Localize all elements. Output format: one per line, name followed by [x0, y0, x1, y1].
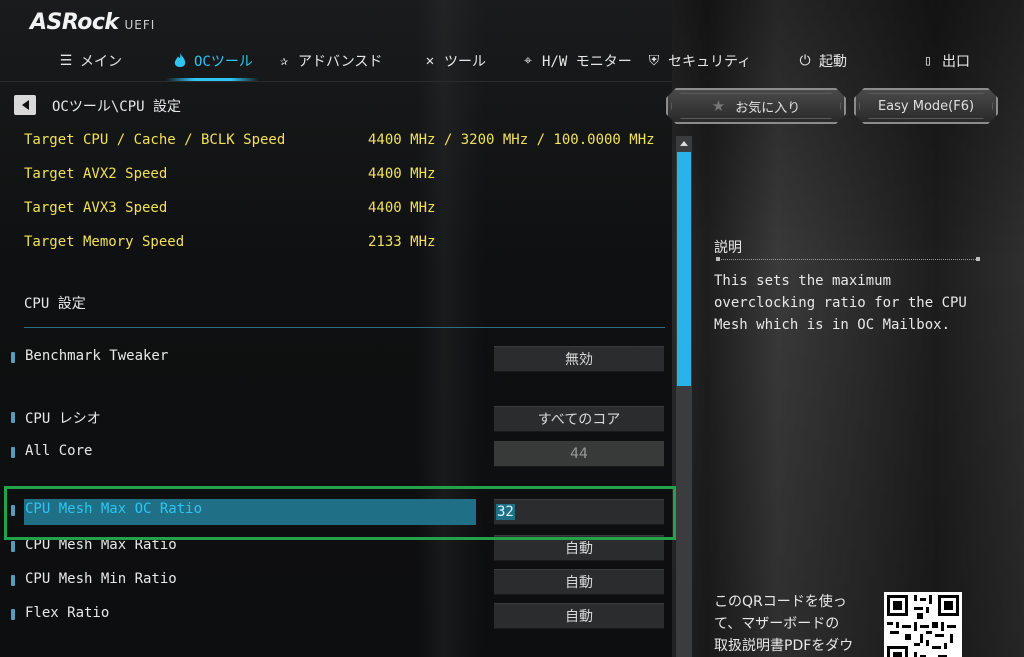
- setting-flex-ratio[interactable]: Flex Ratio 自動: [0, 603, 672, 629]
- description-title: 説明: [714, 240, 742, 256]
- tab-main-label: メイン: [80, 54, 122, 70]
- easy-mode-button[interactable]: Easy Mode(F6): [854, 88, 998, 124]
- description-divider: [716, 257, 980, 261]
- tab-advanced[interactable]: ✰ アドバンスド: [276, 44, 383, 78]
- setting-marker: [11, 412, 15, 423]
- description-text: This sets the maximum overclocking ratio…: [714, 270, 984, 336]
- target-label: Target AVX2 Speed: [24, 166, 168, 182]
- qr-caption-line: 取扱説明書PDFをダウ: [714, 638, 854, 654]
- description-line: Mesh which is in OC Mailbox.: [714, 317, 951, 333]
- exit-icon: ▯: [923, 53, 933, 69]
- setting-marker: [11, 352, 15, 363]
- tab-main[interactable]: ☰ メイン: [58, 44, 122, 78]
- setting-marker: [11, 575, 15, 586]
- scroll-up-button[interactable]: [676, 136, 692, 150]
- setting-cpu-mesh-min-ratio[interactable]: CPU Mesh Min Ratio 自動: [0, 569, 672, 595]
- setting-marker: [11, 541, 15, 552]
- flame-icon: [172, 53, 188, 69]
- setting-marker: [11, 609, 15, 620]
- back-button[interactable]: [14, 95, 36, 115]
- section-divider: [24, 327, 665, 328]
- tab-oc-tweaker-label: OCツール: [194, 54, 253, 70]
- tab-oc-tweaker[interactable]: OCツール: [166, 44, 259, 81]
- tab-advanced-label: アドバンスド: [298, 54, 383, 70]
- setting-cpu-ratio[interactable]: CPU レシオ すべてのコア: [0, 406, 672, 432]
- section-title: CPU 設定: [24, 296, 86, 312]
- tab-exit[interactable]: ▯ 出口: [920, 44, 970, 78]
- favorites-button[interactable]: ★ お気に入り: [666, 88, 846, 124]
- asrock-logo: ASRock UEFI: [30, 9, 155, 35]
- qr-caption: このQRコードを使っ て、マザーボードの 取扱説明書PDFをダウ: [714, 591, 874, 657]
- setting-marker: [11, 447, 15, 458]
- tab-security[interactable]: ⛨ セキュリティ: [646, 44, 751, 78]
- target-row: Target AVX2 Speed 4400 MHz: [24, 166, 435, 186]
- cpu-mesh-min-ratio-input[interactable]: 自動: [494, 569, 664, 595]
- target-value: 4400 MHz / 3200 MHz / 100.0000 MHz: [368, 132, 655, 148]
- benchmark-tweaker-select[interactable]: 無効: [494, 346, 664, 372]
- tab-hw-monitor-label: H/W モニター: [542, 54, 632, 70]
- tab-security-label: セキュリティ: [668, 54, 752, 70]
- target-row: Target AVX3 Speed 4400 MHz: [24, 200, 435, 220]
- power-icon: ⏻: [799, 53, 811, 69]
- cpu-ratio-select[interactable]: すべてのコア: [494, 406, 664, 432]
- flex-ratio-input[interactable]: 自動: [494, 603, 664, 629]
- setting-label: CPU レシオ: [25, 411, 101, 427]
- brand-sub: UEFI: [124, 18, 156, 32]
- tab-boot-label: 起動: [819, 54, 847, 70]
- scrollbar-thumb[interactable]: [677, 152, 691, 386]
- setting-label: All Core: [25, 443, 93, 459]
- setting-benchmark-tweaker[interactable]: Benchmark Tweaker 無効: [0, 346, 672, 372]
- all-core-input[interactable]: 44: [494, 441, 664, 467]
- main-nav: ☰ メイン OCツール ✰ アドバンスド ✕ ツール ⌖ H/W モニター ⛨ …: [0, 44, 1024, 81]
- crosshair-icon: ⌖: [524, 53, 532, 69]
- tab-tool-label: ツール: [444, 54, 486, 70]
- description-line: This sets the maximum: [714, 273, 892, 289]
- shield-icon: ⛨: [648, 53, 660, 69]
- button-inner-frame: [859, 93, 993, 119]
- nav-divider: [0, 81, 672, 82]
- target-value: 2133 MHz: [368, 234, 436, 250]
- tools-icon: ✕: [425, 53, 435, 69]
- breadcrumb: OCツール\CPU 設定: [52, 99, 182, 115]
- back-arrow-icon: [21, 100, 29, 110]
- tab-exit-label: 出口: [942, 54, 970, 70]
- target-label: Target CPU / Cache / BCLK Speed: [24, 132, 286, 148]
- brand-name: ASRock: [30, 10, 119, 35]
- list-icon: ☰: [59, 53, 73, 69]
- focus-frame: [4, 486, 676, 540]
- tab-boot[interactable]: ⏻ 起動: [797, 44, 847, 78]
- description-line: overclocking ratio for the CPU: [714, 295, 967, 311]
- target-label: Target AVX3 Speed: [24, 200, 168, 216]
- qr-caption-line: て、マザーボードの: [714, 616, 840, 632]
- target-value: 4400 MHz: [368, 200, 436, 216]
- setting-label: Benchmark Tweaker: [25, 348, 169, 364]
- target-label: Target Memory Speed: [24, 234, 185, 250]
- setting-label: CPU Mesh Min Ratio: [25, 571, 177, 587]
- tab-tool[interactable]: ✕ ツール: [422, 44, 486, 78]
- qr-caption-line: このQRコードを使っ: [714, 594, 847, 610]
- tab-hw-monitor[interactable]: ⌖ H/W モニター: [520, 44, 632, 78]
- setting-label: Flex Ratio: [25, 605, 110, 621]
- setting-all-core[interactable]: All Core 44: [0, 441, 672, 467]
- qr-code-image: [884, 592, 962, 657]
- target-value: 4400 MHz: [368, 166, 436, 182]
- star-icon: ✰: [279, 53, 289, 69]
- scroll-up-arrow-icon: [680, 140, 688, 146]
- target-row: Target Memory Speed 2133 MHz: [24, 234, 435, 254]
- button-inner-frame: [671, 93, 841, 119]
- target-row: Target CPU / Cache / BCLK Speed 4400 MHz…: [24, 132, 655, 152]
